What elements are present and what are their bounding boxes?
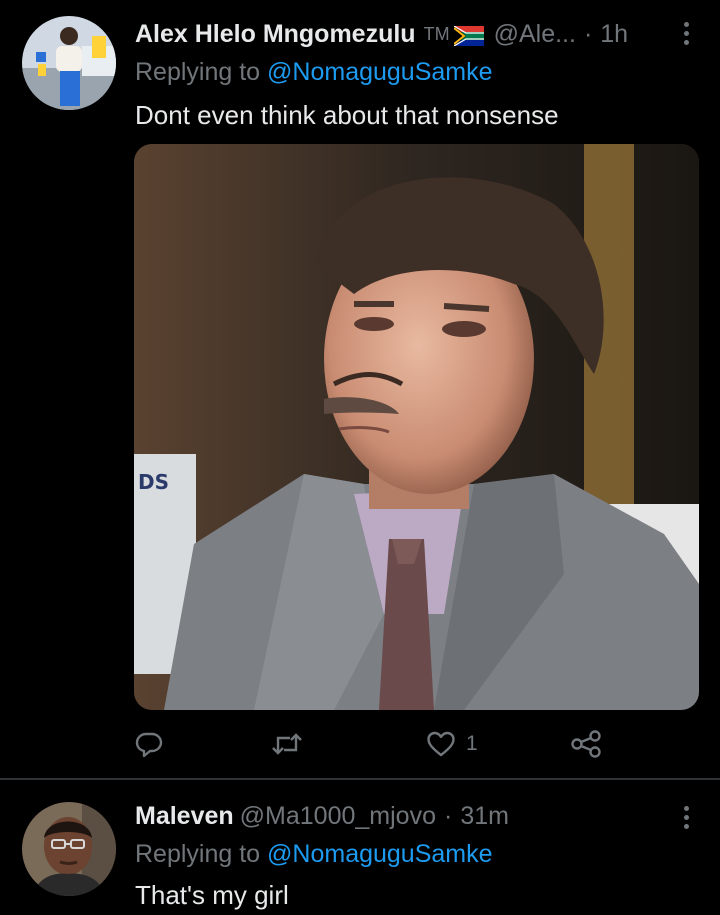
user-handle[interactable]: @Ma1000_mjovo	[240, 802, 436, 831]
replying-to-line: Replying to @NomaguguSamke	[135, 840, 493, 869]
timestamp[interactable]: 1h	[600, 20, 628, 49]
separator-dot: ·	[583, 19, 593, 48]
tm-badge: TM	[423, 23, 450, 44]
more-options-icon[interactable]	[676, 18, 696, 48]
tweet-reply[interactable]: Maleven @Ma1000_mjovo · 31m Replying to …	[0, 780, 720, 915]
tweet-image[interactable]: DS	[134, 144, 699, 710]
avatar[interactable]	[22, 802, 116, 896]
reply-button[interactable]	[134, 724, 164, 764]
avatar[interactable]	[22, 16, 116, 110]
user-handle[interactable]: @Ale...	[494, 20, 576, 49]
reply-icon	[134, 729, 164, 759]
tweet-header: Maleven @Ma1000_mjovo · 31m	[135, 798, 670, 834]
heart-icon	[426, 729, 456, 759]
replying-prefix: Replying to	[135, 58, 261, 86]
tweet-header: Alex Hlelo Mngomezulu TM @Ale... · 1h	[135, 16, 670, 52]
tweet-reply[interactable]: Alex Hlelo Mngomezulu TM @Ale... · 1h Re…	[0, 0, 720, 778]
mention-link[interactable]: @NomaguguSamke	[267, 58, 493, 86]
more-options-icon[interactable]	[676, 802, 696, 832]
like-count: 1	[466, 732, 478, 755]
replying-to-line: Replying to @NomaguguSamke	[135, 58, 493, 87]
tweet-text: Dont even think about that nonsense	[135, 100, 559, 130]
display-name[interactable]: Alex Hlelo Mngomezulu	[135, 20, 416, 49]
svg-text:DS: DS	[138, 470, 169, 494]
separator-dot: ·	[444, 801, 453, 830]
replying-prefix: Replying to	[135, 840, 261, 868]
like-button[interactable]: 1	[426, 724, 478, 764]
tweet-text: That's my girl	[135, 880, 289, 910]
share-icon	[570, 729, 602, 759]
tweet-actions: 1	[134, 724, 614, 764]
retweet-button[interactable]	[270, 724, 304, 764]
display-name[interactable]: Maleven	[135, 802, 234, 831]
share-button[interactable]	[570, 724, 602, 764]
retweet-icon	[270, 729, 304, 759]
mention-link[interactable]: @NomaguguSamke	[267, 840, 493, 868]
south-africa-flag-icon	[452, 24, 484, 47]
timestamp[interactable]: 31m	[460, 802, 509, 831]
